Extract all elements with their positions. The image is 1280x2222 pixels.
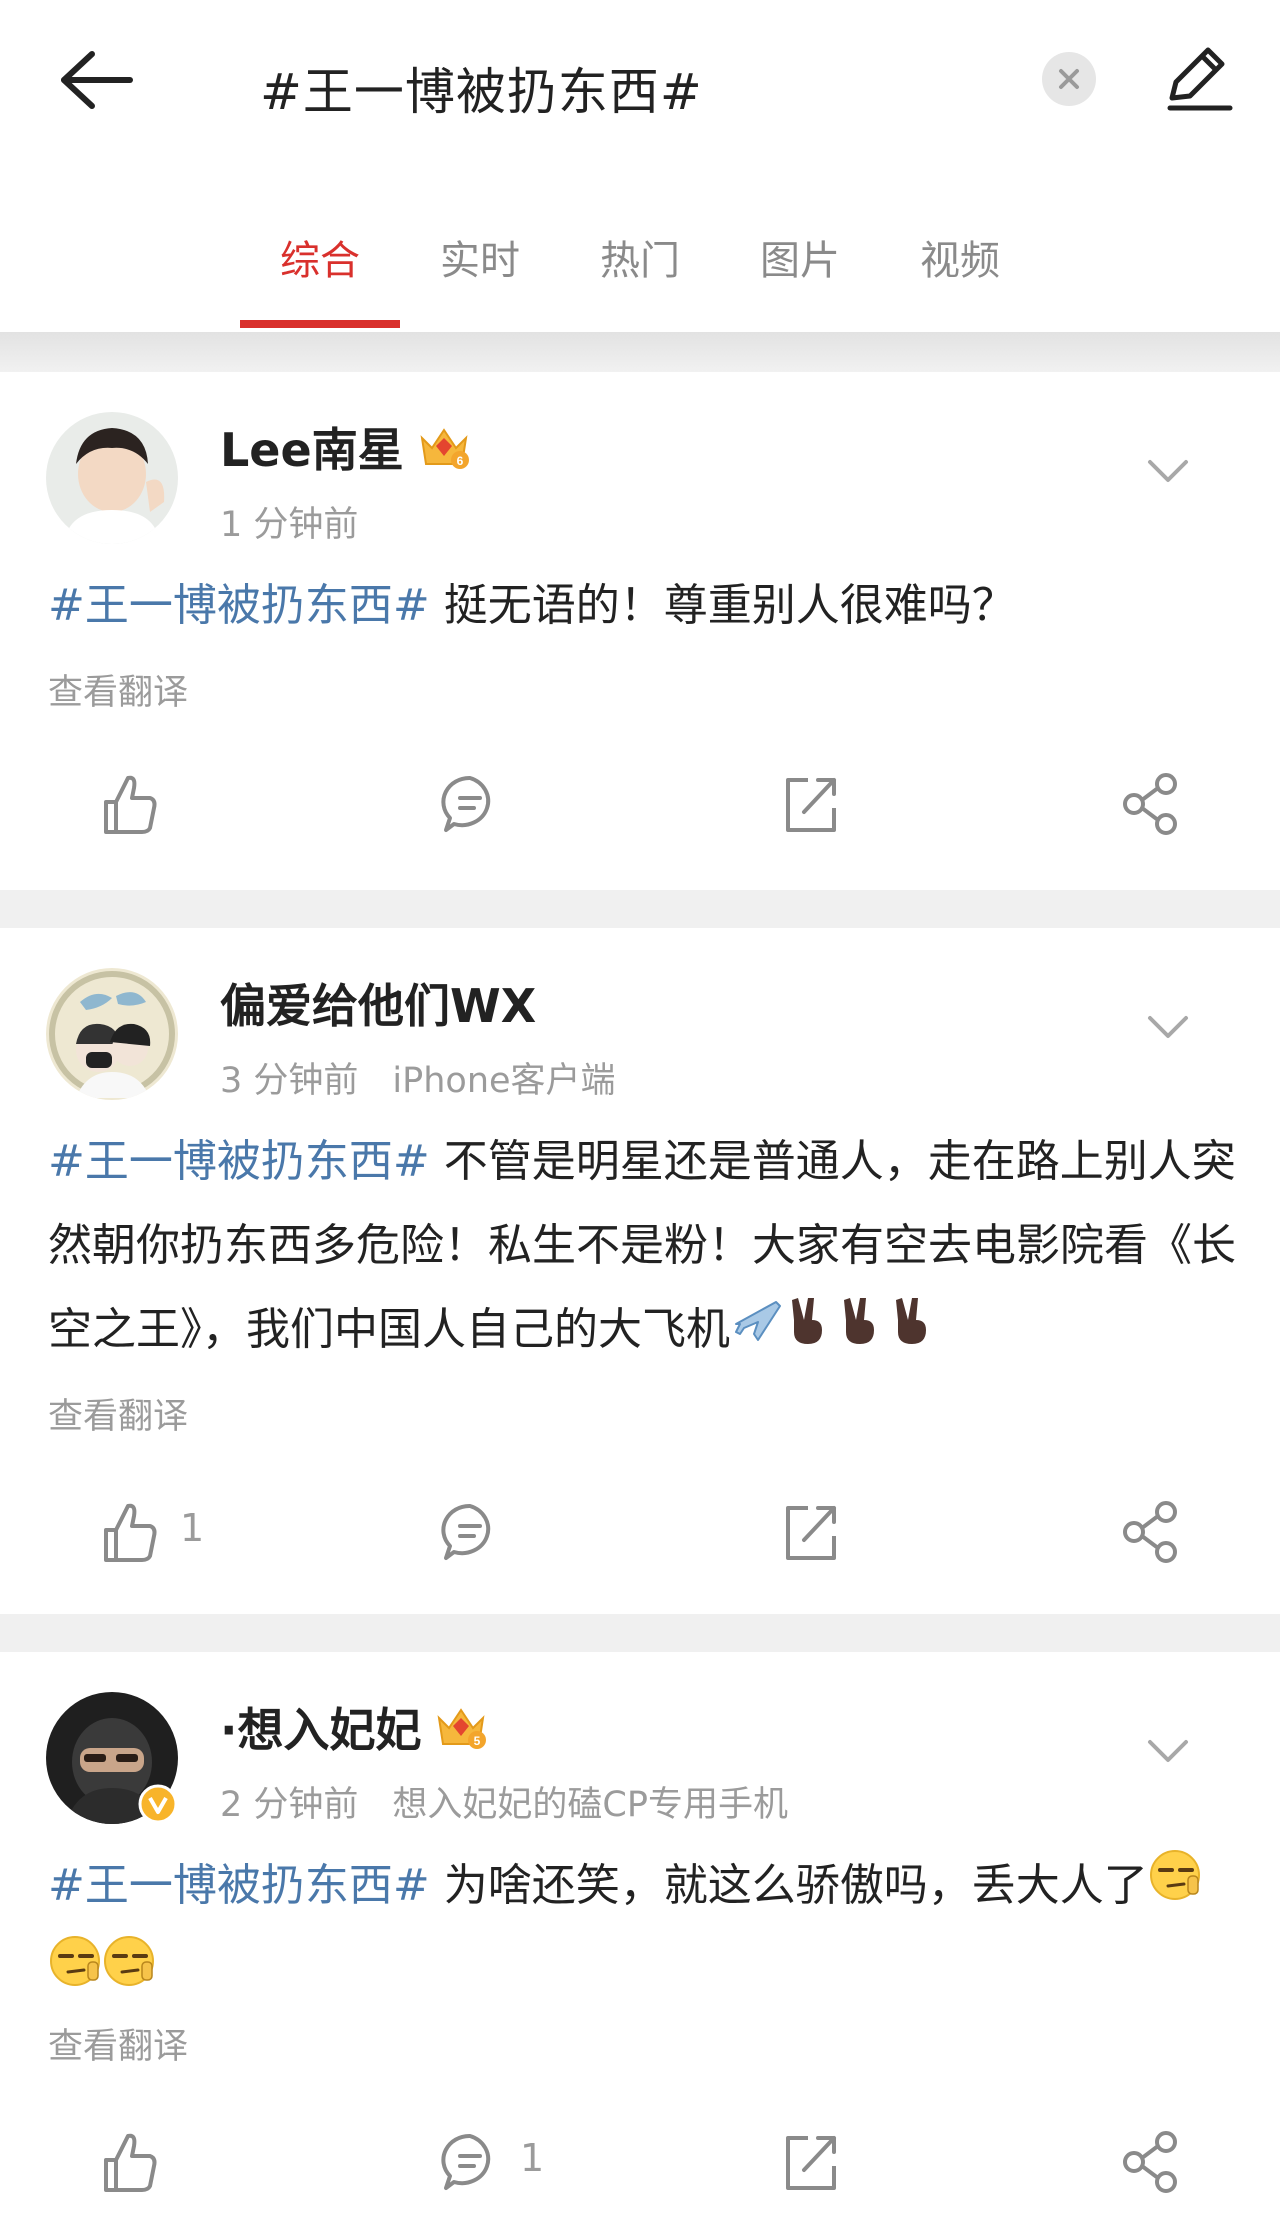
hashtag-link[interactable]: #王一博被扔东西# [48, 1860, 430, 1911]
post-menu-button[interactable] [1140, 1722, 1196, 1778]
share-icon [1123, 1501, 1177, 1563]
post-menu-button[interactable] [1140, 442, 1196, 498]
share-button[interactable] [1120, 1492, 1180, 1572]
like-count: 1 [180, 1506, 205, 1550]
victory-hand-emoji [834, 1290, 886, 1374]
victory-hand-emoji [782, 1290, 834, 1374]
smirk-emoji [102, 1932, 156, 2016]
repost-icon [786, 2136, 836, 2190]
like-icon [104, 2133, 157, 2192]
feed-post: ·想入妃妃 5 2 分钟前 想入妃妃的磕CP专用手机 #王一博被扔东西# 为啥还笑，… [0, 1652, 1280, 2222]
clear-search-button[interactable] [1042, 52, 1096, 106]
post-meta: 1 分钟前 [220, 496, 358, 547]
view-translation-link[interactable]: 查看翻译 [48, 1388, 188, 1439]
airplane-emoji [730, 1290, 782, 1374]
like-button[interactable] [100, 764, 160, 844]
post-text: #王一博被扔东西# 不管是明星还是普通人，走在路上别人突然朝你扔东西多危险！私生… [48, 1120, 1238, 1374]
post-actions [0, 764, 1280, 844]
vip-crown-icon: 5 [435, 1704, 487, 1763]
smirk-emoji [48, 1932, 102, 2016]
feed-post: Lee南星 6 1 分钟前 #王一博被扔东西# 挺无语的！尊重别人很难吗？ 查看翻… [0, 372, 1280, 890]
back-arrow-icon [61, 51, 133, 109]
like-button[interactable] [100, 1492, 160, 1572]
avatar[interactable] [46, 412, 178, 544]
svg-text:6: 6 [456, 454, 463, 468]
post-source: 想入妃妃的磕CP专用手机 [392, 1785, 788, 1825]
post-separator [0, 890, 1280, 928]
post-text: #王一博被扔东西# 为啥还笑，就这么骄傲吗，丢大人了 [48, 1844, 1238, 2016]
share-icon [1123, 2131, 1177, 2193]
top-bar: #王一博被扔东西# [0, 0, 1280, 160]
view-translation-link[interactable]: 查看翻译 [48, 2018, 188, 2069]
tab-bar: 综合 实时 热门 图片 视频 [0, 160, 1280, 332]
post-meta: 3 分钟前 iPhone客户端 [220, 1052, 616, 1103]
post-actions: 1 [0, 1492, 1280, 1572]
user-name[interactable]: Lee南星 6 [220, 414, 470, 483]
comment-icon [441, 1503, 491, 1560]
repost-button[interactable] [780, 2122, 840, 2202]
tab-hot[interactable]: 热门 [560, 228, 720, 286]
repost-button[interactable] [780, 1492, 840, 1572]
tab-comprehensive[interactable]: 综合 [240, 228, 400, 286]
search-query[interactable]: #王一博被扔东西# [260, 52, 703, 124]
view-translation-link[interactable]: 查看翻译 [48, 664, 188, 715]
post-time: 3 分钟前 [220, 1061, 359, 1101]
post-source: iPhone客户端 [392, 1061, 616, 1101]
share-icon [1123, 773, 1177, 835]
share-button[interactable] [1120, 764, 1180, 844]
svg-text:5: 5 [474, 1734, 481, 1748]
post-menu-button[interactable] [1140, 998, 1196, 1054]
comment-icon [441, 2133, 491, 2190]
user-name[interactable]: 偏爱给他们WX [220, 970, 536, 1036]
comment-button[interactable] [438, 764, 502, 844]
smirk-emoji [1148, 1846, 1202, 1930]
active-tab-indicator [240, 320, 400, 328]
victory-hand-emoji [886, 1290, 938, 1374]
user-name[interactable]: ·想入妃妃 5 [220, 1694, 487, 1763]
hashtag-link[interactable]: #王一博被扔东西# [48, 580, 430, 631]
avatar[interactable] [46, 968, 178, 1100]
clear-icon [1059, 69, 1079, 89]
repost-button[interactable] [780, 764, 840, 844]
post-time: 2 分钟前 [220, 1785, 359, 1825]
verified-v-icon [138, 1784, 178, 1824]
tabs-divider [0, 332, 1280, 372]
repost-icon [786, 778, 836, 832]
edit-icon [1167, 47, 1233, 111]
comment-count: 1 [520, 2136, 545, 2180]
post-meta: 2 分钟前 想入妃妃的磕CP专用手机 [220, 1776, 788, 1827]
vip-crown-icon: 6 [418, 424, 470, 483]
hashtag-link[interactable]: #王一博被扔东西# [48, 1136, 430, 1187]
post-actions: 1 [0, 2122, 1280, 2202]
back-button[interactable] [50, 40, 140, 120]
chevron-down-icon [1148, 1016, 1188, 1038]
comment-button[interactable] [438, 1492, 502, 1572]
chevron-down-icon [1148, 1740, 1188, 1762]
tab-videos[interactable]: 视频 [880, 228, 1040, 286]
compose-button[interactable] [1158, 38, 1238, 118]
like-icon [104, 775, 157, 834]
like-button[interactable] [100, 2122, 160, 2202]
share-button[interactable] [1120, 2122, 1180, 2202]
avatar[interactable] [46, 1692, 178, 1824]
tab-images[interactable]: 图片 [720, 228, 880, 286]
post-time: 1 分钟前 [220, 505, 359, 545]
tab-realtime[interactable]: 实时 [400, 228, 560, 286]
comment-button[interactable] [438, 2122, 502, 2202]
comment-icon [441, 775, 491, 832]
like-icon [104, 1503, 157, 1562]
post-separator [0, 1614, 1280, 1652]
repost-icon [786, 1506, 836, 1560]
post-text: #王一博被扔东西# 挺无语的！尊重别人很难吗？ [48, 580, 1016, 631]
chevron-down-icon [1148, 460, 1188, 482]
feed-post: 偏爱给他们WX 3 分钟前 iPhone客户端 #王一博被扔东西# 不管是明星还是… [0, 928, 1280, 1614]
